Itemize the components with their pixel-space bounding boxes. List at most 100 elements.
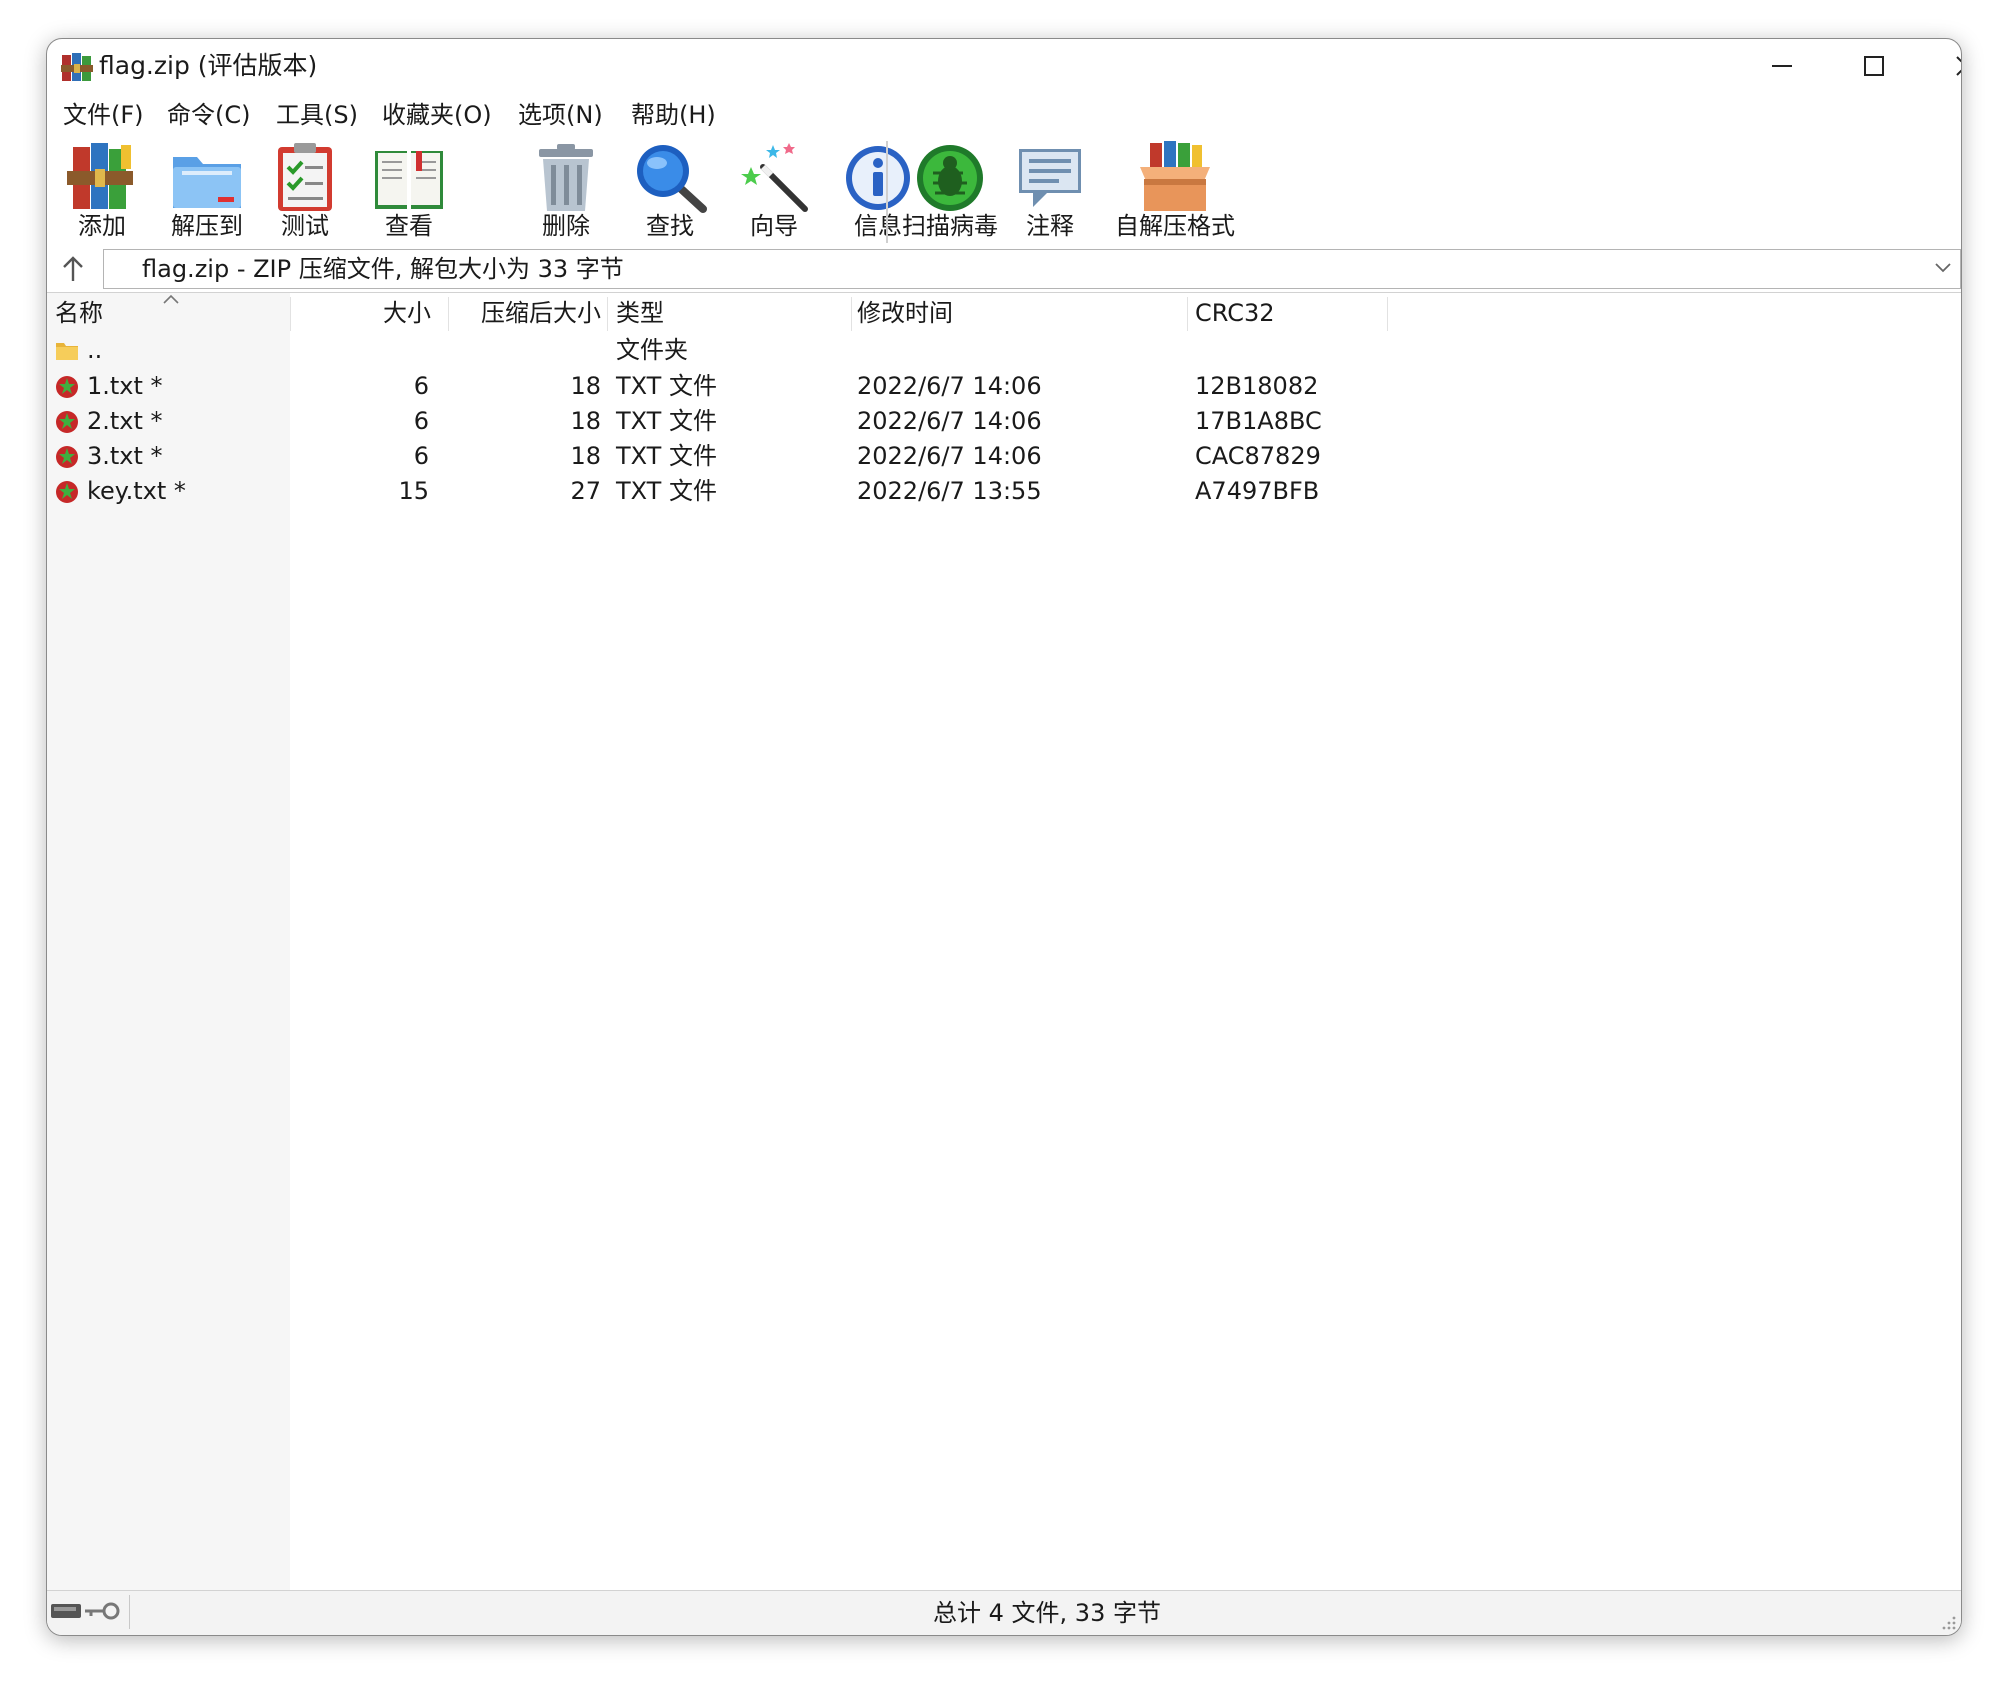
wizard-wand-icon (741, 143, 808, 212)
file-row[interactable]: 2.txt * 6 18 TXT 文件 2022/6/7 14:06 17B1A… (47, 404, 1961, 439)
menu-options[interactable]: 选项(N) (518, 99, 603, 131)
file-crc: A7497BFB (1195, 477, 1320, 505)
column-header-crc[interactable]: CRC32 (1195, 297, 1275, 329)
winrar-window: flag.zip (评估版本) 文件(F) 命令(C) 工具(S) 收藏夹(O)… (46, 38, 1962, 1636)
menu-bar: 文件(F) 命令(C) 工具(S) 收藏夹(O) 选项(N) 帮助(H) (47, 95, 1961, 135)
test-clipboard-icon (278, 143, 332, 211)
status-bar: 总计 4 文件, 33 字节 (47, 1590, 1961, 1635)
find-button[interactable]: 查找 (637, 135, 707, 247)
virus-scan-icon (917, 145, 983, 211)
file-packed-size: 27 (570, 477, 601, 505)
up-folder-icon[interactable] (57, 253, 89, 285)
file-modified: 2022/6/7 14:06 (857, 372, 1042, 400)
file-row[interactable]: 1.txt * 6 18 TXT 文件 2022/6/7 14:06 12B18… (47, 369, 1961, 404)
file-name: .. (87, 336, 103, 364)
file-name: key.txt * (87, 477, 186, 505)
title-bar[interactable]: flag.zip (评估版本) (47, 39, 1961, 95)
address-bar: flag.zip - ZIP 压缩文件, 解包大小为 33 字节 (47, 249, 1961, 289)
minimize-icon (1772, 65, 1792, 67)
file-name: 3.txt * (87, 442, 163, 470)
file-row[interactable]: 3.txt * 6 18 TXT 文件 2022/6/7 14:06 CAC87… (47, 439, 1961, 474)
menu-commands[interactable]: 命令(C) (167, 99, 250, 131)
column-header-type[interactable]: 类型 (616, 297, 664, 329)
window-title: flag.zip (评估版本) (99, 51, 318, 80)
file-name: 1.txt * (87, 372, 163, 400)
winrar-app-icon (61, 53, 93, 81)
toolbar-label: 解压到 (171, 212, 243, 240)
comment-button[interactable]: 注释 (1015, 135, 1085, 247)
close-icon (1956, 56, 1961, 76)
chevron-down-icon[interactable] (1934, 262, 1952, 274)
minimize-button[interactable] (1737, 39, 1829, 95)
scan-virus-button[interactable]: 扫描病毒 (897, 135, 1003, 247)
toolbar-label: 测试 (281, 212, 329, 240)
archive-path-text: flag.zip - ZIP 压缩文件, 解包大小为 33 字节 (142, 255, 624, 283)
encrypted-file-icon (56, 446, 78, 468)
sfx-button[interactable]: 自解压格式 (1111, 135, 1239, 247)
toolbar-label: 自解压格式 (1115, 212, 1235, 240)
column-header-row: 名称 大小 压缩后大小 类型 修改时间 CRC32 (47, 293, 1961, 333)
file-row[interactable]: key.txt * 15 27 TXT 文件 2022/6/7 13:55 A7… (47, 474, 1961, 509)
parent-folder-row[interactable]: .. 文件夹 (47, 333, 1961, 368)
close-button[interactable] (1921, 39, 1961, 95)
toolbar-separator (886, 141, 888, 243)
encrypted-file-icon (56, 411, 78, 433)
column-divider[interactable] (1387, 297, 1388, 331)
file-crc: 17B1A8BC (1195, 407, 1322, 435)
toolbar-label: 查看 (385, 212, 433, 240)
test-button[interactable]: 测试 (265, 135, 345, 247)
extract-folder-icon (173, 157, 241, 208)
toolbar-label: 删除 (542, 212, 590, 240)
delete-button[interactable]: 删除 (533, 135, 599, 247)
menu-help[interactable]: 帮助(H) (631, 99, 716, 131)
file-size: 6 (413, 372, 429, 400)
column-header-size[interactable]: 大小 (291, 297, 431, 329)
file-size: 6 (413, 442, 429, 470)
extract-to-button[interactable]: 解压到 (159, 135, 255, 247)
file-packed-size: 18 (570, 407, 601, 435)
add-button[interactable]: 添加 (57, 135, 147, 247)
sort-ascending-icon (163, 294, 179, 304)
menu-favorites[interactable]: 收藏夹(O) (382, 99, 492, 131)
status-summary: 总计 4 文件, 33 字节 (933, 1599, 1161, 1627)
file-type: 文件夹 (616, 336, 688, 364)
column-divider[interactable] (851, 297, 852, 331)
file-type: TXT 文件 (616, 442, 717, 470)
file-type: TXT 文件 (616, 407, 717, 435)
file-modified: 2022/6/7 13:55 (857, 477, 1042, 505)
add-archive-icon (67, 143, 133, 209)
sfx-box-icon (1140, 141, 1210, 211)
toolbar-label: 注释 (1026, 212, 1074, 240)
maximize-button[interactable] (1829, 39, 1921, 95)
encrypted-file-icon (56, 376, 78, 398)
column-divider[interactable] (607, 297, 608, 331)
toolbar-label: 添加 (78, 212, 126, 240)
file-modified: 2022/6/7 14:06 (857, 407, 1042, 435)
column-header-name[interactable]: 名称 (55, 297, 103, 329)
column-divider[interactable] (1187, 297, 1188, 331)
toolbar-label: 向导 (750, 212, 798, 240)
resize-grip-icon[interactable] (1941, 1615, 1957, 1631)
encrypted-file-icon (56, 481, 78, 503)
comment-icon (1019, 149, 1081, 207)
column-header-packed[interactable]: 压缩后大小 (449, 297, 601, 329)
trash-icon (539, 144, 593, 211)
menu-file[interactable]: 文件(F) (63, 99, 144, 131)
file-crc: 12B18082 (1195, 372, 1319, 400)
column-header-modified[interactable]: 修改时间 (857, 297, 953, 329)
view-book-icon (375, 151, 443, 209)
file-size: 6 (413, 407, 429, 435)
toolbar: 添加 解压到 测试 查看 删除 查找 向导 信息 扫描病毒 注释 自解压格式 (47, 135, 1961, 247)
archive-path-field[interactable]: flag.zip - ZIP 压缩文件, 解包大小为 33 字节 (103, 249, 1961, 289)
wizard-button[interactable]: 向导 (741, 135, 808, 247)
file-type: TXT 文件 (616, 477, 717, 505)
view-button[interactable]: 查看 (369, 135, 449, 247)
file-packed-size: 18 (570, 372, 601, 400)
folder-icon (56, 343, 78, 360)
file-packed-size: 18 (570, 442, 601, 470)
menu-tools[interactable]: 工具(S) (276, 99, 358, 131)
file-type: TXT 文件 (616, 372, 717, 400)
toolbar-label: 扫描病毒 (902, 212, 998, 240)
file-crc: CAC87829 (1195, 442, 1321, 470)
file-modified: 2022/6/7 14:06 (857, 442, 1042, 470)
